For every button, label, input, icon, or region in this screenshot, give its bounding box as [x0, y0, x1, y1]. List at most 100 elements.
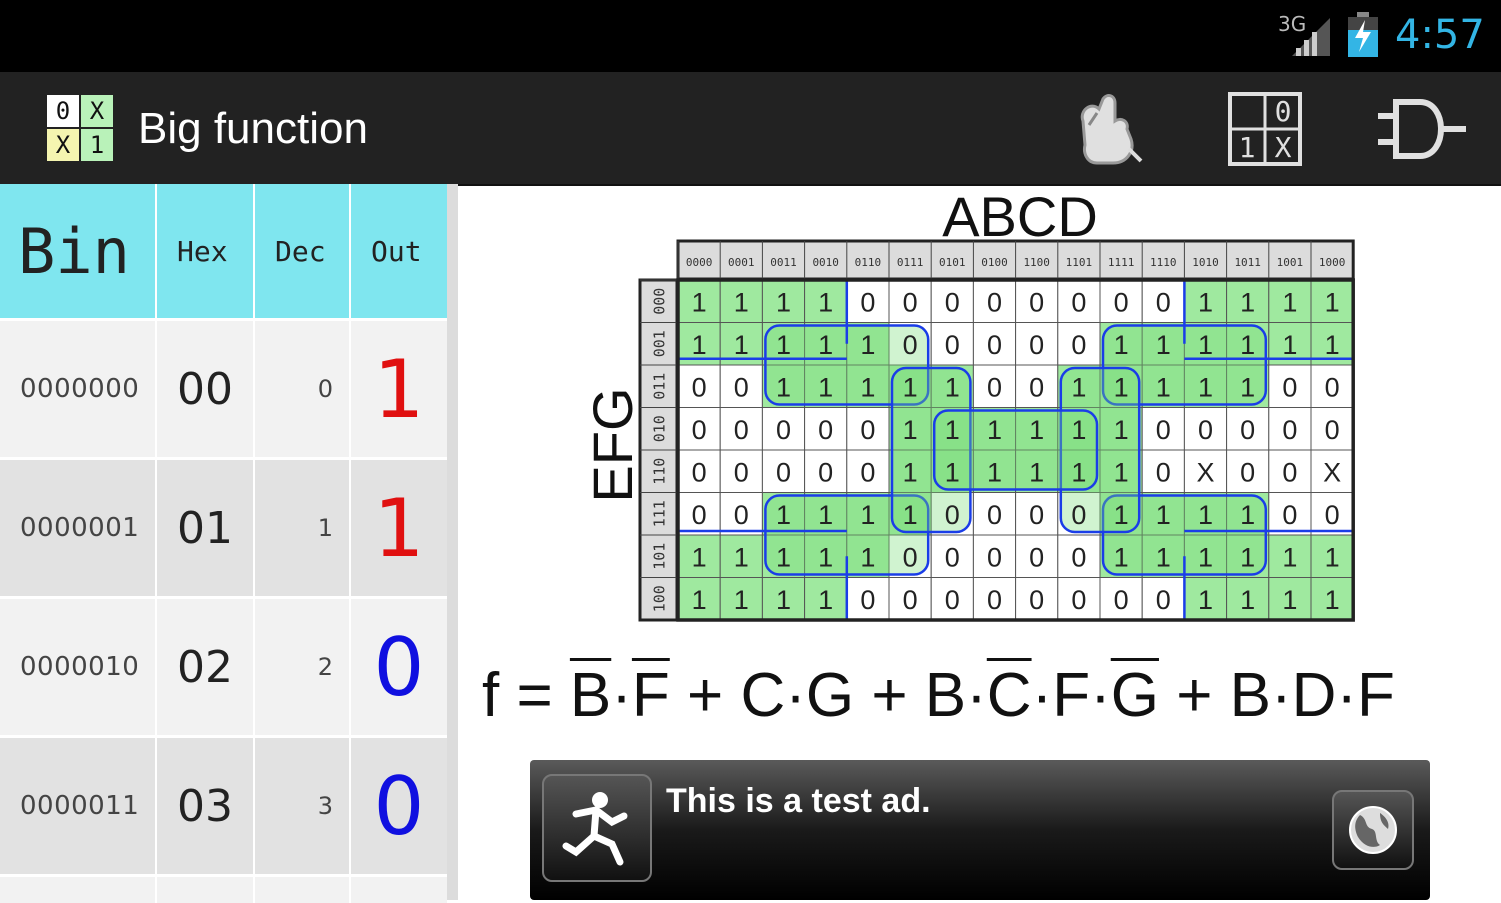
table-row[interactable]: 0000010 02 2 0 [0, 596, 447, 735]
kmap-cell-value: 0 [692, 415, 707, 445]
out-value[interactable]: 1 [351, 343, 447, 436]
dec-column-header[interactable]: Dec [255, 184, 351, 318]
app-icon-cell: X [90, 97, 105, 125]
hex-value: 00 [177, 363, 233, 415]
kmap-column-header: 0001 [728, 256, 755, 269]
formula-operator: + [854, 661, 925, 730]
kmap-column-header: 0000 [686, 256, 713, 269]
kmap-cell-value: 1 [860, 372, 875, 402]
kmap-cell-value: 0 [1071, 500, 1086, 530]
kmap-cell-value: 0 [987, 287, 1002, 317]
kmap-column-header: 1100 [1023, 256, 1050, 269]
ad-icon-button[interactable] [542, 774, 652, 882]
bin-column-header[interactable]: Bin [0, 184, 157, 318]
kmap-cell-value: 1 [818, 500, 833, 530]
kmap-cell-value: 1 [860, 542, 875, 572]
touch-hand-icon [1080, 94, 1143, 165]
out-value[interactable]: 1 [351, 482, 447, 575]
logic-gate-button[interactable] [1372, 88, 1472, 170]
dec-value: 3 [317, 792, 333, 820]
truth-table-icon-cell: 1 [1239, 131, 1256, 164]
out-value[interactable]: 0 [351, 621, 447, 714]
kmap-cell-value: 0 [1029, 585, 1044, 615]
kmap-cell-value: 0 [903, 542, 918, 572]
hex-header-label: Hex [177, 234, 228, 268]
kmap-cell-value: 0 [1071, 585, 1086, 615]
kmap-cell-value: 1 [734, 330, 749, 360]
app-icon-cell: X [56, 131, 71, 159]
panel-divider[interactable] [447, 184, 458, 900]
kmap-cell-value: 1 [818, 542, 833, 572]
truth-table-button[interactable]: 0 1 X [1222, 88, 1308, 170]
kmap-cell-value: 1 [776, 585, 791, 615]
kmap-cell-value: 0 [1282, 500, 1297, 530]
kmap-cell-value: 0 [860, 415, 875, 445]
kmap-cell-value: 1 [1156, 500, 1171, 530]
bin-value: 0000010 [20, 652, 140, 682]
truth-table-icon-cell: X [1275, 131, 1292, 164]
kmap-cell-value: 1 [987, 457, 1002, 487]
table-row[interactable]: 0000001 01 1 1 [0, 457, 447, 596]
kmap-row-header: 010 [651, 415, 669, 442]
kmap-column-header: 1010 [1192, 256, 1219, 269]
kmap-cell-value: 0 [1282, 372, 1297, 402]
kmap-cell-value: 0 [692, 372, 707, 402]
kmap-cell-value: 0 [1114, 287, 1129, 317]
kmap-cell-value: 1 [1240, 500, 1255, 530]
kmap-cell-value: 0 [734, 415, 749, 445]
touch-mode-button[interactable] [1062, 88, 1152, 170]
kmap-cell-value: 1 [903, 500, 918, 530]
kmap-cell-value: 1 [903, 372, 918, 402]
kmap-column-header: 1111 [1108, 256, 1135, 269]
status-bar: 3G 4:57 [0, 0, 1501, 72]
kmap-cell-value: 0 [1198, 415, 1213, 445]
kmap-cell-value: 0 [1071, 287, 1086, 317]
kmap-cell-value: 1 [1282, 287, 1297, 317]
kmap-cell-value: 1 [1240, 372, 1255, 402]
out-value[interactable]: 0 [351, 760, 447, 853]
kmap-cell-value: 1 [1156, 372, 1171, 402]
kmap-cell-value: 0 [945, 330, 960, 360]
and-gate-icon [1378, 99, 1466, 159]
kmap-cell-value: 1 [1071, 415, 1086, 445]
kmap-cell-value: 1 [945, 415, 960, 445]
formula-term: G [1110, 661, 1159, 730]
formula-term: C [986, 661, 1032, 730]
kmap-cell-value: 0 [1029, 330, 1044, 360]
kmap-column-header: 1001 [1277, 256, 1304, 269]
table-row[interactable] [0, 874, 447, 903]
dec-value: 1 [317, 514, 333, 542]
ad-text[interactable]: This is a test ad. [666, 782, 931, 821]
kmap-cell-value: 0 [776, 457, 791, 487]
app-icon-cell: 1 [90, 131, 104, 159]
kmap-cell-value: 0 [903, 585, 918, 615]
kmap-cell-value: 1 [1114, 457, 1129, 487]
kmap-cell-value: 1 [734, 287, 749, 317]
out-column-header[interactable]: Out [351, 184, 447, 318]
formula-term: F [631, 661, 670, 730]
table-row[interactable]: 0000011 03 3 0 [0, 735, 447, 874]
formula-term: B· [924, 661, 987, 730]
kmap-cell-value: 0 [1156, 585, 1171, 615]
kmap-cell-value: 0 [1114, 585, 1129, 615]
kmap-cell-value: 0 [818, 457, 833, 487]
karnaugh-map[interactable]: ABCD EFG 1 1 1 1 0 0 0 0 0 0 0 0 1 1 1 11 1 1 1 1 0 0 0 0 0 1 1 1 1 1… [570, 184, 1370, 634]
kmap-cell-value: 0 [1325, 415, 1340, 445]
app-logo-icon: 0 X X 1 [46, 94, 114, 162]
kmap-cell-value: 1 [1198, 330, 1213, 360]
formula-lead: f = [482, 661, 570, 730]
kmap-cell-value: 1 [860, 330, 875, 360]
kmap-column-header: 0011 [770, 256, 797, 269]
ad-banner[interactable]: This is a test ad. [530, 760, 1430, 900]
ad-globe-button[interactable] [1332, 790, 1414, 870]
running-person-icon [562, 792, 628, 866]
formula-term: B [569, 661, 612, 730]
kmap-cell-value: 1 [818, 287, 833, 317]
kmap-row-header: 011 [651, 373, 669, 400]
truth-table-icon: 0 1 X [1228, 92, 1302, 166]
hex-column-header[interactable]: Hex [157, 184, 255, 318]
table-row[interactable]: 0000000 00 0 1 [0, 318, 447, 457]
kmap-cell-value: 1 [692, 287, 707, 317]
kmap-cell-value: 1 [1282, 585, 1297, 615]
dec-value: 2 [317, 653, 333, 681]
